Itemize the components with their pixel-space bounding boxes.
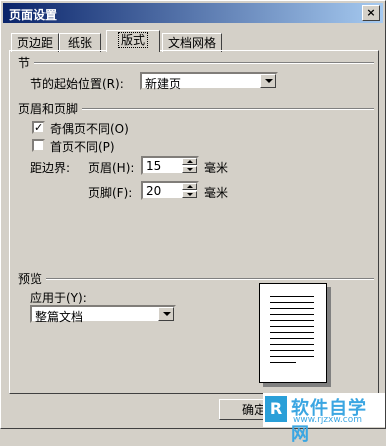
header-footer-group-title: 页眉和页脚 — [18, 102, 79, 116]
spinner-buttons — [182, 158, 197, 173]
dialog-title: 页面设置 — [9, 8, 58, 22]
first-page-checkbox[interactable] — [32, 139, 45, 152]
footer-distance-spinner[interactable]: 20 — [141, 181, 199, 200]
layout-tab-panel: 节 节的起始位置(R): 新建页 页眉和页脚 ✓ 奇偶页不同(O) 首页不同(P… — [9, 50, 379, 394]
odd-even-checkbox[interactable]: ✓ — [32, 121, 45, 134]
watermark-logo: R — [265, 396, 287, 422]
first-page-label: 首页不同(P) — [50, 140, 115, 154]
section-group-title: 节 — [18, 56, 31, 70]
section-start-value: 新建页 — [145, 77, 182, 91]
site-watermark: R 软件自学网 www.rjzxw.com — [263, 393, 385, 445]
tab-label: 版式 — [117, 32, 148, 48]
arrow-down-icon[interactable] — [182, 191, 197, 198]
header-distance-label: 页眉(H): — [88, 161, 135, 175]
title-bar[interactable]: 页面设置 × — [3, 3, 383, 23]
preview-group-title: 预览 — [18, 272, 43, 286]
odd-even-label: 奇偶页不同(O) — [50, 122, 129, 136]
page-setup-dialog: 页面设置 × 页边距 纸张 版式 文档网格 节 节的起始位置(R): 新建页 页… — [0, 0, 386, 445]
watermark-url: www.rjzxw.com — [293, 415, 362, 425]
apply-to-select[interactable]: 整篇文档 — [30, 305, 176, 324]
group-divider — [82, 108, 374, 110]
footer-unit: 毫米 — [204, 186, 229, 200]
apply-to-value: 整篇文档 — [35, 310, 84, 324]
apply-to-label: 应用于(Y): — [30, 291, 87, 305]
section-start-label: 节的起始位置(R): — [30, 77, 124, 91]
arrow-down-icon[interactable] — [182, 166, 197, 173]
arrow-up-icon[interactable] — [182, 183, 197, 190]
tab-label: 纸张 — [67, 36, 92, 50]
tab-label: 文档网格 — [167, 36, 216, 50]
chevron-down-icon[interactable] — [158, 307, 174, 321]
header-distance-value: 15 — [146, 159, 162, 173]
tab-label: 页边距 — [16, 36, 53, 50]
chevron-down-icon[interactable] — [260, 74, 276, 88]
distance-label: 距边界: — [30, 161, 71, 175]
group-divider — [34, 62, 374, 64]
footer-distance-value: 20 — [146, 184, 162, 198]
header-unit: 毫米 — [204, 161, 229, 175]
footer-distance-label: 页脚(F): — [88, 186, 133, 200]
tab-layout[interactable]: 版式 — [106, 30, 160, 52]
spinner-buttons — [182, 183, 197, 198]
section-start-select[interactable]: 新建页 — [140, 72, 278, 91]
header-distance-spinner[interactable]: 15 — [141, 156, 199, 175]
close-icon: × — [366, 6, 376, 19]
arrow-up-icon[interactable] — [182, 158, 197, 165]
close-button[interactable]: × — [362, 5, 380, 21]
check-icon: ✓ — [34, 121, 44, 134]
group-divider — [46, 278, 374, 280]
